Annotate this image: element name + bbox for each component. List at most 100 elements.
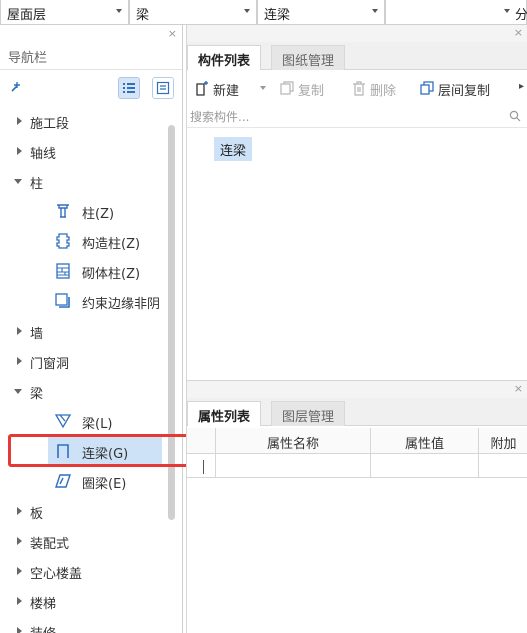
close-icon[interactable]: × xyxy=(168,27,177,40)
component-item[interactable]: 连梁 xyxy=(214,137,253,161)
component-list-panel: × 构件列表 图纸管理 新建 复制 删除 层间复制 ▸ 搜索构件... 连梁 xyxy=(186,25,527,380)
column-header-name[interactable]: 属性名称 xyxy=(216,428,371,454)
property-value-cell[interactable] xyxy=(371,454,479,478)
nav-item-hollow-floor[interactable]: 空心楼盖 xyxy=(0,557,170,587)
nav-item-label: 门窗洞 xyxy=(30,357,70,372)
add-node-icon[interactable] xyxy=(10,80,24,94)
top-toolbar: 屋面层 梁 连梁 分 xyxy=(0,0,527,25)
caret-right-icon xyxy=(17,537,22,545)
nav-item-decoration[interactable]: 装修 xyxy=(0,617,170,633)
constructional-column-icon xyxy=(56,233,70,249)
caret-right-icon xyxy=(17,597,22,605)
column-header-extra[interactable]: 附加 xyxy=(479,428,527,454)
chevron-down-icon xyxy=(372,9,378,13)
delete-button-label: 删除 xyxy=(370,84,397,99)
caret-right-icon xyxy=(17,567,22,575)
nav-item-construction-section[interactable]: 施工段 xyxy=(0,107,170,137)
nav-item-constructional-column[interactable]: 构造柱(Z) xyxy=(0,227,170,257)
category-select-value: 梁 xyxy=(136,8,150,23)
nav-item-label: 圈梁(E) xyxy=(82,477,127,492)
caret-right-icon xyxy=(17,147,22,155)
list-icon xyxy=(123,83,135,93)
divider xyxy=(0,69,182,70)
chevron-down-icon[interactable] xyxy=(260,86,266,90)
copy-icon xyxy=(280,81,294,95)
properties-panel: × 属性列表 图层管理 属性名称 属性值 附加 xyxy=(186,380,527,633)
table-row[interactable] xyxy=(187,454,527,478)
column-header-value[interactable]: 属性值 xyxy=(371,428,479,454)
tab-layer-management[interactable]: 图层管理 xyxy=(271,401,346,426)
detail-view-button[interactable] xyxy=(152,77,174,99)
nav-item-label: 空心楼盖 xyxy=(30,567,83,582)
more-icon[interactable]: ▸ xyxy=(519,81,524,92)
component-name-select[interactable]: 分 xyxy=(385,0,527,25)
panel-header: × xyxy=(187,25,527,42)
constraint-edge-icon xyxy=(55,293,70,308)
chevron-down-icon xyxy=(504,9,510,13)
new-button-label: 新建 xyxy=(213,84,240,99)
nav-item-stairs[interactable]: 楼梯 xyxy=(0,587,170,617)
caret-down-icon xyxy=(14,389,22,394)
nav-item-label: 柱(Z) xyxy=(82,207,115,222)
nav-item-wall[interactable]: 墙 xyxy=(0,317,170,347)
nav-item-door-window[interactable]: 门窗洞 xyxy=(0,347,170,377)
copy-button-label: 复制 xyxy=(298,84,325,99)
partial-select-value: 分 xyxy=(515,8,527,23)
column-icon xyxy=(57,204,69,218)
nav-item-axis[interactable]: 轴线 xyxy=(0,137,170,167)
property-extra-cell[interactable] xyxy=(479,454,527,478)
nav-item-label: 装配式 xyxy=(30,537,70,552)
nav-item-label: 施工段 xyxy=(30,117,70,132)
tab-property-list[interactable]: 属性列表 xyxy=(187,401,262,426)
floor-select-value: 屋面层 xyxy=(7,8,47,23)
row-index-cell xyxy=(187,454,216,478)
nav-item-ring-beam[interactable]: 圈梁(E) xyxy=(0,467,170,497)
nav-title: 导航栏 xyxy=(8,51,48,66)
component-select[interactable]: 连梁 xyxy=(257,0,385,25)
properties-grid-header: 属性名称 属性值 附加 xyxy=(187,428,527,454)
row-marker xyxy=(203,460,204,474)
trash-icon xyxy=(353,81,365,96)
list-view-button[interactable] xyxy=(118,77,140,99)
chevron-down-icon xyxy=(116,9,122,13)
row-index-header xyxy=(187,428,216,454)
nav-item-label: 梁 xyxy=(30,387,44,402)
nav-panel: × 导航栏 施工段 轴线 柱 柱(Z) 构造柱(Z) 砌体柱(Z) 约束边缘非阴… xyxy=(0,25,183,633)
nav-item-masonry-column[interactable]: 砌体柱(Z) xyxy=(0,257,170,287)
beam-icon xyxy=(54,414,72,429)
search-input[interactable] xyxy=(190,108,490,126)
nav-item-beam-l[interactable]: 梁(L) xyxy=(0,407,170,437)
close-icon[interactable]: × xyxy=(514,382,523,395)
nav-item-label: 墙 xyxy=(30,327,44,342)
nav-item-slab[interactable]: 板 xyxy=(0,497,170,527)
nav-item-column[interactable]: 柱 xyxy=(0,167,170,197)
tab-component-list[interactable]: 构件列表 xyxy=(187,45,262,70)
component-tabs: 构件列表 图纸管理 xyxy=(187,42,527,70)
property-name-cell[interactable] xyxy=(216,454,371,478)
floor-copy-button-label: 层间复制 xyxy=(438,84,491,99)
nav-item-label: 柱 xyxy=(30,177,44,192)
component-search xyxy=(187,106,527,128)
category-select[interactable]: 梁 xyxy=(129,0,257,25)
nav-item-beam[interactable]: 梁 xyxy=(0,377,170,407)
nav-item-label: 板 xyxy=(30,507,44,522)
nav-item-label: 砌体柱(Z) xyxy=(82,267,141,282)
floor-copy-icon xyxy=(420,81,434,95)
nav-item-label: 轴线 xyxy=(30,147,57,162)
caret-right-icon xyxy=(17,117,22,125)
search-icon[interactable] xyxy=(509,110,521,122)
form-icon xyxy=(156,81,170,95)
nav-item-column-z[interactable]: 柱(Z) xyxy=(0,197,170,227)
floor-select[interactable]: 屋面层 xyxy=(0,0,129,25)
caret-right-icon xyxy=(17,327,22,335)
nav-toolbar xyxy=(0,71,182,103)
chevron-down-icon xyxy=(244,9,250,13)
highlight-box xyxy=(8,434,207,467)
nav-item-constraint-edge[interactable]: 约束边缘非阴 xyxy=(0,287,170,317)
nav-item-label: 约束边缘非阴 xyxy=(82,297,161,312)
nav-item-prefab[interactable]: 装配式 xyxy=(0,527,170,557)
close-icon[interactable]: × xyxy=(514,26,523,39)
masonry-column-icon xyxy=(56,263,70,279)
nav-item-label: 装修 xyxy=(30,623,56,633)
tab-drawing-management[interactable]: 图纸管理 xyxy=(271,45,346,70)
